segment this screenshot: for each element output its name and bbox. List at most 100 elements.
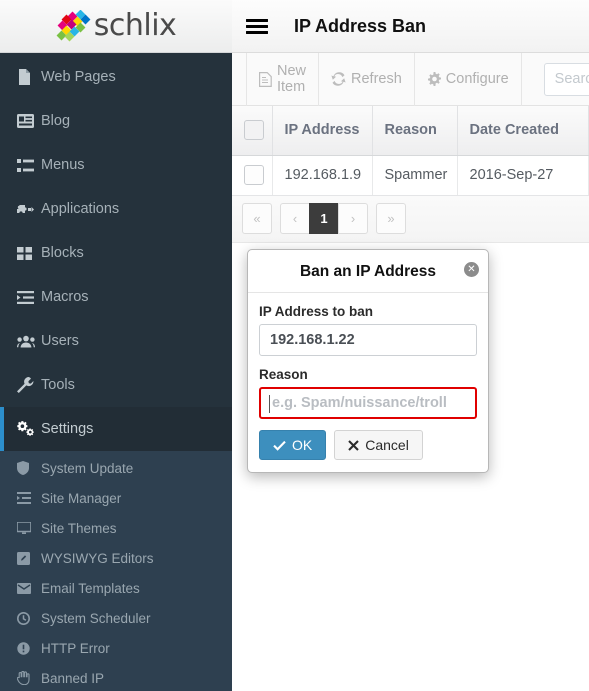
wrench-icon — [17, 377, 41, 393]
ip-address-field-label: IP Address to ban — [259, 304, 374, 319]
table-row[interactable]: 192.168.1.9 Spammer 2016-Sep-27 — [232, 155, 589, 196]
page-header: IP Address Ban — [232, 0, 589, 53]
sidebar-subitem-wysiwyg-editors[interactable]: WYSIWYG Editors — [0, 543, 232, 573]
modal-footer: OK Cancel — [248, 430, 488, 472]
sidebar-item-label: Blocks — [41, 245, 84, 261]
search-input[interactable]: Search — [543, 62, 589, 96]
file-icon — [259, 71, 272, 87]
gears-icon — [17, 421, 41, 437]
pagination-last-button[interactable]: » — [376, 202, 406, 234]
sidebar: schlix Web Pages Blog Menus Applications… — [0, 0, 232, 691]
sidebar-item-menus[interactable]: Menus — [0, 143, 232, 187]
cancel-label: Cancel — [365, 437, 409, 453]
sidebar-subitem-label: Email Templates — [41, 580, 140, 596]
newspaper-icon — [17, 114, 41, 128]
schlix-dots-logo-icon — [56, 10, 92, 42]
cancel-button[interactable]: Cancel — [334, 430, 423, 460]
ok-label: OK — [292, 437, 313, 453]
indent-list-icon — [17, 290, 41, 304]
sidebar-item-tools[interactable]: Tools — [0, 363, 232, 407]
sidebar-item-applications[interactable]: Applications — [0, 187, 232, 231]
row-checkbox[interactable] — [244, 165, 264, 185]
sidebar-item-label: Web Pages — [41, 69, 116, 85]
sidebar-subitem-http-error[interactable]: HTTP Error — [0, 633, 232, 663]
brand-name: schlix — [93, 8, 177, 43]
sidebar-item-label: Applications — [41, 201, 120, 217]
sidebar-item-users[interactable]: Users — [0, 319, 232, 363]
x-icon — [348, 439, 359, 451]
puzzle-icon — [17, 202, 41, 217]
pagination: « ‹ 1 › » — [232, 195, 589, 243]
select-all-checkbox[interactable] — [244, 120, 264, 141]
ok-button[interactable]: OK — [259, 430, 327, 460]
sidebar-subitem-system-update[interactable]: System Update — [0, 453, 232, 483]
sidebar-subitem-label: Site Manager — [41, 490, 122, 506]
exclamation-circle-icon — [17, 641, 41, 655]
sidebar-subitem-label: Site Themes — [41, 520, 117, 536]
sidebar-subitem-banned-ip[interactable]: Banned IP — [0, 663, 232, 691]
sidebar-subitem-label: HTTP Error — [41, 640, 110, 656]
ban-ip-modal: Ban an IP Address ✕ IP Address to ban 19… — [247, 249, 489, 473]
sidebar-item-label: Users — [41, 333, 79, 349]
sidebar-item-web-pages[interactable]: Web Pages — [0, 55, 232, 99]
clock-icon — [17, 611, 41, 625]
configure-button[interactable]: Configure — [415, 52, 522, 106]
file-icon — [17, 69, 41, 85]
column-header-ip-address[interactable]: IP Address — [272, 106, 373, 156]
sidebar-item-label: Macros — [41, 289, 89, 305]
sidebar-subitem-site-manager[interactable]: Site Manager — [0, 483, 232, 513]
shield-icon — [17, 461, 41, 475]
cell-date-created: 2016-Sep-27 — [457, 155, 589, 196]
sidebar-item-macros[interactable]: Macros — [0, 275, 232, 319]
sidebar-subitem-email-templates[interactable]: Email Templates — [0, 573, 232, 603]
monitor-icon — [17, 522, 41, 534]
row-select-cell — [232, 155, 273, 196]
sidebar-subitem-site-themes[interactable]: Site Themes — [0, 513, 232, 543]
sidebar-item-label: Menus — [41, 157, 85, 173]
sidebar-subitem-label: Banned IP — [41, 670, 105, 686]
pagination-prev-button[interactable]: ‹ — [280, 202, 310, 234]
column-header-reason[interactable]: Reason — [372, 106, 458, 156]
sidebar-subitem-label: WYSIWYG Editors — [41, 550, 154, 566]
column-header-date-created[interactable]: Date Created — [457, 106, 589, 156]
close-circle-icon[interactable]: ✕ — [464, 262, 479, 277]
sidebar-item-label: Settings — [41, 421, 94, 437]
pagination-page-1-button[interactable]: 1 — [309, 202, 339, 234]
sidebar-submenu-settings: System Update Site Manager Site Themes W… — [0, 451, 232, 691]
hamburger-icon[interactable] — [246, 16, 268, 37]
cell-ip-address: 192.168.1.9 — [272, 155, 373, 196]
cell-reason: Spammer — [372, 155, 458, 196]
envelope-icon — [17, 582, 41, 594]
new-item-button[interactable]: New Item — [246, 52, 320, 106]
sidebar-nav: Web Pages Blog Menus Applications Blocks… — [0, 53, 232, 451]
brand-logo-bar[interactable]: schlix — [0, 0, 232, 53]
pagination-next-button[interactable]: › — [338, 202, 368, 234]
reason-input[interactable]: e.g. Spam/nuissance/troll — [259, 387, 477, 419]
sidebar-subitem-label: System Update — [41, 460, 134, 476]
refresh-label: Refresh — [351, 71, 402, 87]
select-all-header — [232, 106, 273, 156]
modal-title: Ban an IP Address — [299, 263, 437, 280]
refresh-icon — [331, 72, 346, 86]
main-content: IP Address Ban New Item Refresh Configur… — [232, 0, 589, 691]
table-header-row: IP Address Reason Date Created — [232, 106, 589, 156]
ip-address-input[interactable]: 192.168.1.22 — [259, 324, 477, 356]
users-icon — [17, 335, 41, 348]
hand-stop-icon — [17, 671, 41, 685]
reason-field-label: Reason — [259, 367, 308, 382]
pencil-square-icon — [17, 551, 41, 565]
toolbar: New Item Refresh Configure Search — [232, 52, 589, 106]
application-window: schlix Web Pages Blog Menus Applications… — [0, 0, 589, 691]
sidebar-item-blog[interactable]: Blog — [0, 99, 232, 143]
grid-blocks-icon — [17, 246, 41, 260]
sidebar-subitem-system-scheduler[interactable]: System Scheduler — [0, 603, 232, 633]
sidebar-item-label: Tools — [41, 377, 75, 393]
sidebar-item-settings[interactable]: Settings — [0, 407, 232, 451]
sidebar-item-label: Blog — [41, 113, 71, 129]
sidebar-item-blocks[interactable]: Blocks — [0, 231, 232, 275]
pagination-first-button[interactable]: « — [242, 202, 272, 234]
refresh-button[interactable]: Refresh — [319, 52, 415, 106]
ip-ban-table: IP Address Reason Date Created 192.168.1… — [232, 106, 589, 196]
check-icon — [273, 440, 286, 451]
page-title: IP Address Ban — [294, 15, 427, 36]
